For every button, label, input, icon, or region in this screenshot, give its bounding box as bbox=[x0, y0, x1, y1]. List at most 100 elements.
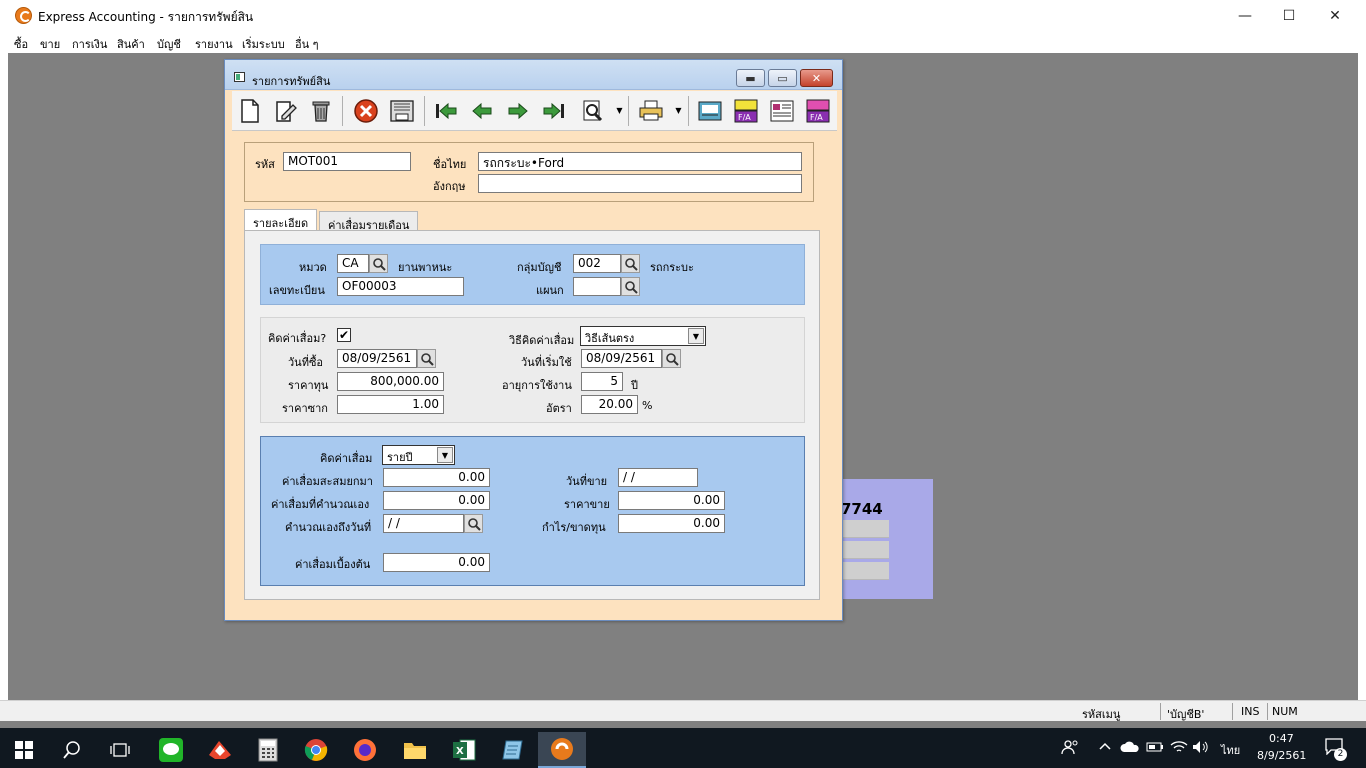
search-dropdown-icon[interactable]: ▼ bbox=[615, 103, 624, 117]
print-dropdown-icon[interactable]: ▼ bbox=[674, 103, 683, 117]
last-record-icon[interactable] bbox=[540, 97, 568, 125]
wifi-icon[interactable] bbox=[1170, 740, 1188, 757]
calc-to-date-picker-icon[interactable] bbox=[464, 514, 483, 533]
useful-life-input[interactable]: 5 bbox=[581, 372, 623, 391]
people-icon[interactable] bbox=[1061, 738, 1079, 759]
profit-loss-input[interactable]: 0.00 bbox=[618, 514, 725, 533]
buy-date-input[interactable]: 08/09/2561 bbox=[337, 349, 417, 368]
dialog-icon bbox=[234, 72, 245, 82]
category-code-input[interactable]: CA bbox=[337, 254, 369, 273]
start-date-input[interactable]: 08/09/2561 bbox=[581, 349, 662, 368]
minimize-button[interactable]: — bbox=[1222, 0, 1268, 31]
category-panel: หมวด CA ยานพาหนะ กลุ่มบัญชี 002 รถกระบะ … bbox=[260, 244, 805, 305]
print-icon[interactable] bbox=[637, 97, 665, 125]
period-select[interactable]: รายปี ▼ bbox=[382, 445, 455, 465]
menu-item-reports[interactable]: รายงาน bbox=[195, 35, 233, 53]
menu-item-accounts[interactable]: บัญชี bbox=[157, 35, 181, 53]
initial-depreciation-input[interactable]: 0.00 bbox=[383, 553, 490, 572]
toolbar-separator bbox=[688, 96, 689, 126]
menu-item-sell[interactable]: ขาย bbox=[40, 35, 60, 53]
toolbar-separator bbox=[424, 96, 425, 126]
menu-item-buy[interactable]: ซื้อ bbox=[14, 35, 28, 53]
dialog-minimize-button[interactable]: ▬ bbox=[736, 69, 765, 87]
first-record-icon[interactable] bbox=[432, 97, 460, 125]
app-titlebar: Express Accounting - รายการทรัพย์สิน — ☐… bbox=[0, 0, 1366, 31]
cost-label: ราคาทุน bbox=[288, 379, 329, 392]
taskbar: X ไทย 0:47 8/9/2561 2 bbox=[0, 728, 1366, 768]
close-button[interactable]: ✕ bbox=[1312, 0, 1358, 31]
rate-input[interactable]: 20.00 bbox=[581, 395, 638, 414]
account-group-lookup-icon[interactable] bbox=[621, 254, 640, 273]
previous-record-icon[interactable] bbox=[468, 97, 496, 125]
method-select[interactable]: วิธีเส้นตรง ▼ bbox=[580, 326, 706, 346]
buy-date-picker-icon[interactable] bbox=[417, 349, 436, 368]
profit-loss-label: กำไร/ขาดทุน bbox=[542, 521, 606, 534]
dialog-close-button[interactable]: ✕ bbox=[800, 69, 833, 87]
cancel-icon[interactable] bbox=[352, 97, 380, 125]
new-doc-icon[interactable] bbox=[236, 97, 264, 125]
thai-name-input[interactable]: รถกระบะ•Ford bbox=[478, 152, 802, 171]
buy-date-label: วันที่ซื้อ bbox=[288, 356, 324, 369]
express-icon[interactable] bbox=[538, 732, 586, 768]
rate-unit: % bbox=[642, 399, 653, 412]
dialog-restore-button[interactable]: ▭ bbox=[768, 69, 797, 87]
english-name-label: อังกฤษ bbox=[433, 180, 466, 193]
clock-date[interactable]: 8/9/2561 bbox=[1257, 749, 1306, 762]
file-explorer-icon[interactable] bbox=[391, 732, 439, 768]
menu-item-other[interactable]: อื่น ๆ bbox=[295, 35, 319, 53]
battery-icon[interactable] bbox=[1146, 740, 1164, 757]
firefox-icon[interactable] bbox=[341, 732, 389, 768]
volume-icon[interactable] bbox=[1192, 740, 1210, 757]
notepad-icon[interactable] bbox=[489, 732, 537, 768]
background-cell bbox=[838, 520, 889, 538]
line-icon[interactable] bbox=[147, 732, 195, 768]
tab-monthly-depreciation[interactable]: ค่าเสื่อมรายเดือน bbox=[319, 211, 419, 232]
sale-date-input[interactable]: / / bbox=[618, 468, 698, 487]
delete-icon[interactable] bbox=[307, 97, 335, 125]
calc-to-date-input[interactable]: / / bbox=[383, 514, 464, 533]
excel-icon[interactable]: X bbox=[440, 732, 488, 768]
anydesk-icon[interactable] bbox=[196, 732, 244, 768]
search-icon[interactable] bbox=[48, 732, 96, 768]
maximize-button[interactable]: ☐ bbox=[1266, 0, 1312, 31]
bold-fa-icon[interactable]: F/A bbox=[732, 97, 760, 125]
calc-depreciation-checkbox[interactable]: ✔ bbox=[337, 328, 351, 342]
menu-item-setup[interactable]: เริ่มระบบ bbox=[242, 35, 285, 53]
start-date-picker-icon[interactable] bbox=[662, 349, 681, 368]
app-title: Express Accounting - รายการทรัพย์สิน bbox=[38, 10, 254, 24]
self-calc-input[interactable]: 0.00 bbox=[383, 491, 490, 510]
sale-price-input[interactable]: 0.00 bbox=[618, 491, 725, 510]
rate-label: อัตรา bbox=[546, 402, 572, 415]
chrome-icon[interactable] bbox=[292, 732, 340, 768]
department-lookup-icon[interactable] bbox=[621, 277, 640, 296]
onedrive-icon[interactable] bbox=[1120, 740, 1140, 757]
salvage-input[interactable]: 1.00 bbox=[337, 395, 444, 414]
department-input[interactable] bbox=[573, 277, 621, 296]
task-view-icon[interactable] bbox=[96, 732, 144, 768]
search-icon[interactable] bbox=[579, 97, 607, 125]
language-indicator[interactable]: ไทย bbox=[1221, 741, 1240, 759]
code-input[interactable]: MOT001 bbox=[283, 152, 411, 171]
memo-icon[interactable] bbox=[696, 97, 724, 125]
sale-price-label: ราคาขาย bbox=[564, 498, 610, 511]
menu-item-finance[interactable]: การเงิน bbox=[72, 35, 107, 53]
clock-time[interactable]: 0:47 bbox=[1269, 732, 1294, 745]
menu-item-products[interactable]: สินค้า bbox=[117, 35, 145, 53]
registration-input[interactable]: OF00003 bbox=[337, 277, 464, 296]
english-name-input[interactable] bbox=[478, 174, 802, 193]
account-group-input[interactable]: 002 bbox=[573, 254, 621, 273]
edit-icon[interactable] bbox=[272, 97, 300, 125]
cost-input[interactable]: 800,000.00 bbox=[337, 372, 444, 391]
misc-fa-icon[interactable]: F/A bbox=[804, 97, 832, 125]
background-number: 7744 bbox=[841, 500, 883, 518]
next-record-icon[interactable] bbox=[504, 97, 532, 125]
accumulated-input[interactable]: 0.00 bbox=[383, 468, 490, 487]
svg-text:F/A: F/A bbox=[810, 113, 823, 122]
save-icon[interactable] bbox=[388, 97, 416, 125]
start-icon[interactable] bbox=[0, 732, 48, 768]
form-icon[interactable] bbox=[768, 97, 796, 125]
category-lookup-icon[interactable] bbox=[369, 254, 388, 273]
tab-details[interactable]: รายละเอียด bbox=[244, 209, 318, 230]
tray-expand-icon[interactable] bbox=[1098, 739, 1112, 756]
calculator-icon[interactable] bbox=[244, 732, 292, 768]
